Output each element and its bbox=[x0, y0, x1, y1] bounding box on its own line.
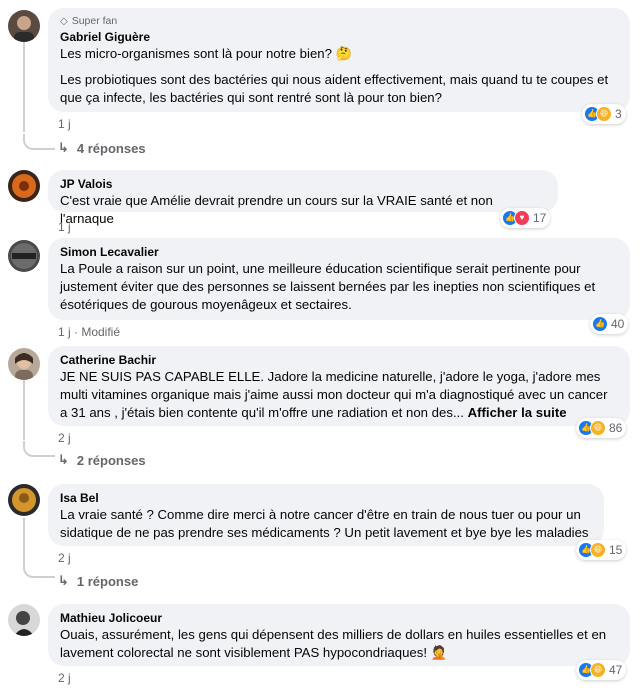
comment-time[interactable]: 2 j bbox=[58, 431, 71, 445]
comment-bubble: JP Valois C'est vraie que Amélie devrait… bbox=[48, 170, 558, 226]
reaction-summary[interactable]: 👍 😆 15 bbox=[576, 540, 627, 560]
view-replies-link[interactable]: ↳ 1 réponse bbox=[58, 573, 138, 589]
super-fan-badge: ◇ Super fan bbox=[60, 15, 118, 27]
thread-line bbox=[23, 42, 25, 132]
love-icon: ♥ bbox=[514, 210, 530, 226]
comment-text: JE NE SUIS PAS CAPABLE ELLE. Jadore la m… bbox=[60, 369, 608, 420]
avatar[interactable] bbox=[8, 348, 40, 380]
reaction-summary[interactable]: 👍 ♥ 17 bbox=[500, 208, 551, 228]
comment-time[interactable]: 1 j bbox=[58, 117, 71, 131]
diamond-icon: ◇ bbox=[60, 16, 68, 27]
comment-text: Ouais, assurément, les gens qui dépensen… bbox=[60, 627, 607, 660]
thread-curve bbox=[23, 441, 55, 457]
comment-bubble: Mathieu Jolicoeur Ouais, assurément, les… bbox=[48, 604, 630, 666]
avatar[interactable] bbox=[8, 484, 40, 516]
avatar[interactable] bbox=[8, 604, 40, 636]
comment-bubble: Simon Lecavalier La Poule a raison sur u… bbox=[48, 238, 630, 320]
comment-text: C'est vraie que Amélie devrait prendre u… bbox=[60, 193, 493, 226]
avatar[interactable] bbox=[8, 10, 40, 42]
author-name[interactable]: Catherine Bachir bbox=[60, 353, 618, 368]
comment-bubble: ◇ Super fan Gabriel Giguère Les micro-or… bbox=[48, 8, 630, 112]
comment-text: Les micro-organismes sont là pour notre … bbox=[60, 46, 609, 105]
avatar[interactable] bbox=[8, 170, 40, 202]
thread-line bbox=[23, 518, 25, 562]
haha-icon: 😆 bbox=[590, 420, 606, 436]
like-icon: 👍 bbox=[592, 316, 608, 332]
thread-curve bbox=[23, 134, 55, 150]
comment-time[interactable]: 2 j bbox=[58, 671, 71, 685]
haha-icon: 😆 bbox=[590, 662, 606, 678]
author-name[interactable]: JP Valois bbox=[60, 177, 546, 192]
thread-line bbox=[23, 380, 25, 440]
haha-icon: 😆 bbox=[596, 106, 612, 122]
see-more-link[interactable]: Afficher la suite bbox=[468, 405, 567, 420]
author-name[interactable]: Isa Bel bbox=[60, 491, 592, 506]
comment-bubble: Isa Bel La vraie santé ? Comme dire merc… bbox=[48, 484, 604, 546]
reaction-summary[interactable]: 👍 40 bbox=[590, 314, 629, 334]
author-name[interactable]: Gabriel Giguère bbox=[60, 30, 618, 45]
avatar[interactable] bbox=[8, 240, 40, 272]
thread-curve bbox=[23, 562, 55, 578]
view-replies-link[interactable]: ↳ 2 réponses bbox=[58, 452, 146, 468]
haha-icon: 😆 bbox=[590, 542, 606, 558]
comment-bubble: Catherine Bachir JE NE SUIS PAS CAPABLE … bbox=[48, 346, 630, 426]
reaction-summary[interactable]: 👍 😆 3 bbox=[582, 104, 626, 124]
comment-time[interactable]: 1 j bbox=[58, 220, 71, 234]
comment-text: La vraie santé ? Comme dire merci à notr… bbox=[60, 507, 589, 540]
reaction-summary[interactable]: 👍 😆 86 bbox=[576, 418, 627, 438]
view-replies-link[interactable]: ↳ 4 réponses bbox=[58, 140, 146, 156]
comment-text: La Poule a raison sur un point, une meil… bbox=[60, 261, 596, 312]
reply-arrow-icon: ↳ bbox=[58, 573, 69, 588]
author-name[interactable]: Mathieu Jolicoeur bbox=[60, 611, 618, 626]
reply-arrow-icon: ↳ bbox=[58, 140, 69, 155]
reaction-summary[interactable]: 👍 😆 47 bbox=[576, 660, 627, 680]
reply-arrow-icon: ↳ bbox=[58, 452, 69, 467]
comment-time[interactable]: 2 j bbox=[58, 551, 71, 565]
author-name[interactable]: Simon Lecavalier bbox=[60, 245, 618, 260]
comment-time[interactable]: 1 j · Modifié bbox=[58, 325, 120, 339]
